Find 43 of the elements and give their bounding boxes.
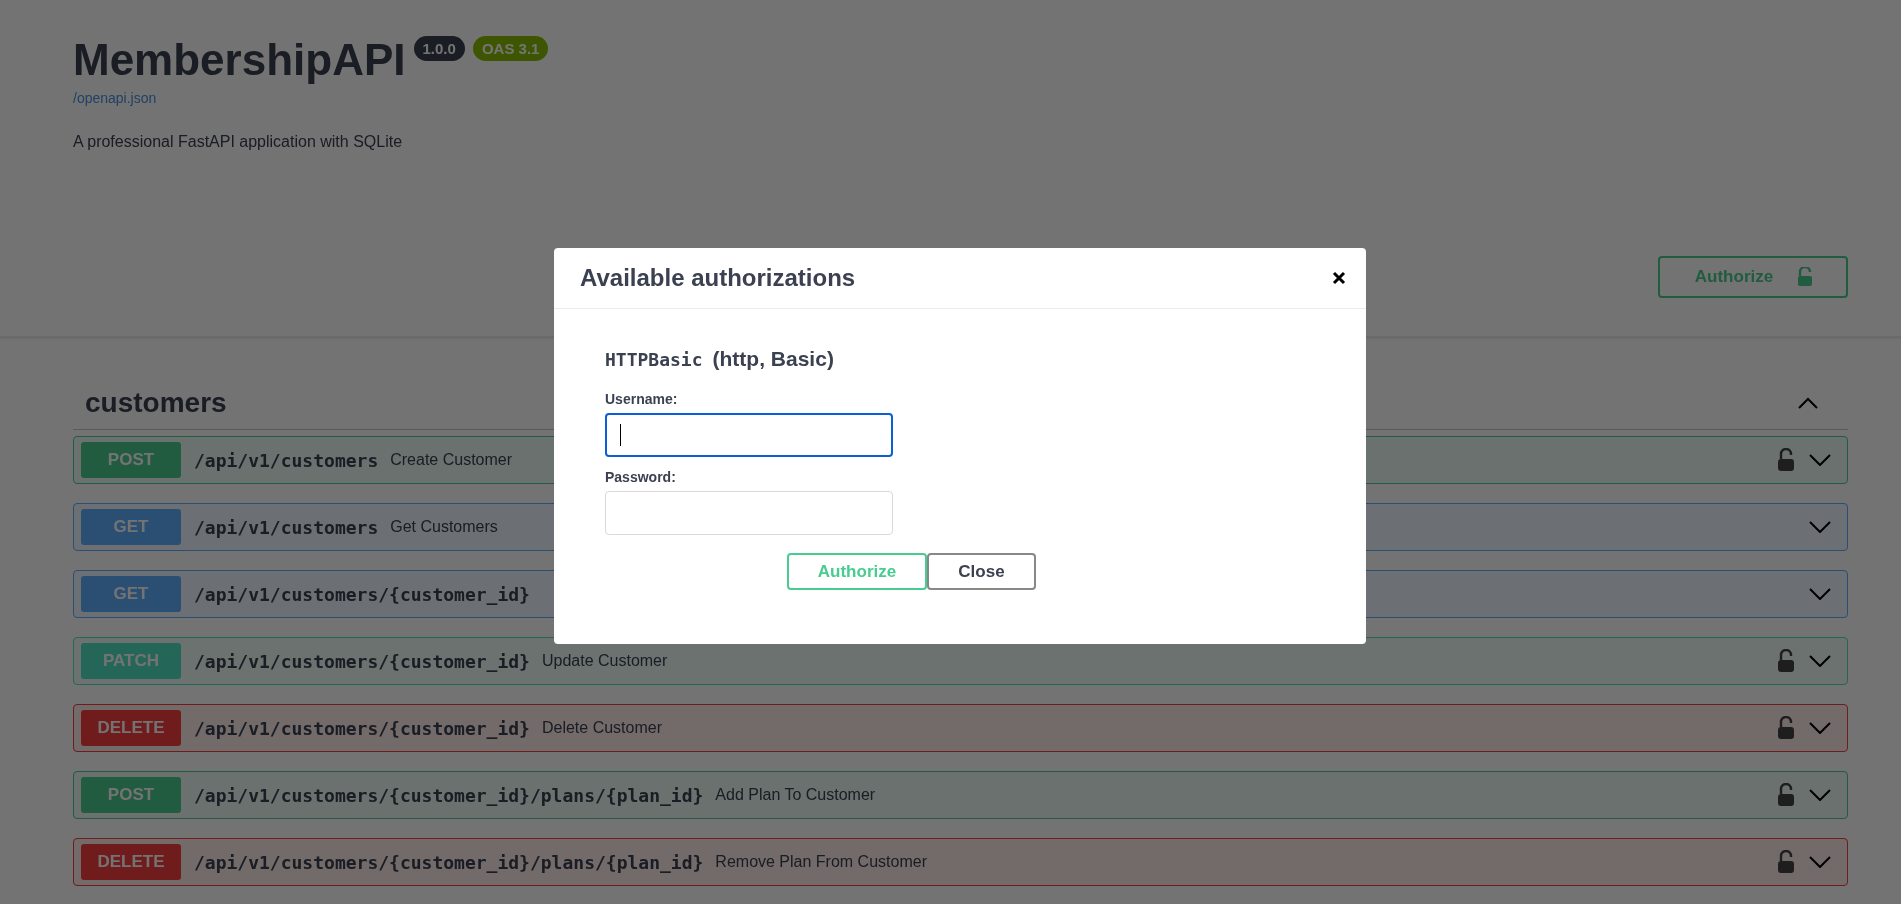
method-label: POST [81, 442, 181, 478]
endpoint-path: /api/v1/customers/{customer_id} [194, 650, 530, 672]
padlock-icon [1797, 267, 1814, 287]
version-badge: 1.0.0 [413, 36, 465, 61]
endpoint-path: /api/v1/customers/{customer_id}/plans/{plan_id} [194, 851, 704, 873]
api-title: MembershipAPI [73, 34, 406, 86]
spec-link[interactable]: /openapi.json [73, 90, 157, 106]
endpoint-path: /api/v1/customers/{customer_id} [194, 583, 530, 605]
chevron-icon [1809, 454, 1831, 466]
field-label: Username: [605, 391, 678, 407]
endpoint-path: /api/v1/customers [194, 516, 379, 538]
dialog-title: Available authorizations [580, 264, 856, 292]
close-icon[interactable] [1332, 271, 1346, 285]
method-label: DELETE [81, 710, 181, 746]
chevron-icon [1809, 789, 1831, 801]
authorize-button[interactable]: Authorize [787, 553, 927, 590]
chevron-icon [1809, 521, 1831, 533]
method-label: GET [81, 576, 181, 612]
endpoint-path: /api/v1/customers/{customer_id}/plans/{plan_id} [194, 784, 704, 806]
chevron-icon [1809, 722, 1831, 734]
oas-version-badge: OAS 3.1 [472, 36, 549, 61]
chevron-icon [1809, 588, 1831, 600]
method-label: DELETE [81, 844, 181, 880]
method-label: PATCH [81, 643, 181, 679]
input-field[interactable] [605, 413, 893, 457]
api-description: A professional FastAPI application with SQLite [73, 133, 404, 151]
chevron-icon [1809, 655, 1831, 667]
field-label: Password: [605, 469, 676, 485]
endpoint-path: /api/v1/customers/{customer_id} [194, 717, 530, 739]
scheme-type: (http, Basic) [712, 347, 834, 371]
chevron-icon [1809, 856, 1831, 868]
authorize-button[interactable]: Authorize [1658, 256, 1848, 298]
endpoint-summary: Remove Plan From Customer [715, 853, 927, 871]
endpoint-summary: Create Customer [390, 451, 513, 469]
endpoint-path: /api/v1/customers [194, 449, 379, 471]
method-label: POST [81, 777, 181, 813]
endpoint-summary: Add Plan To Customer [715, 786, 876, 804]
endpoint-summary: Delete Customer [541, 719, 662, 737]
endpoint-summary: Update Customer [541, 652, 668, 670]
scheme-name: HTTPBasic [605, 349, 703, 370]
method-label: GET [81, 509, 181, 545]
endpoint-summary: Get Customers [390, 518, 498, 536]
close-button[interactable]: Close [927, 553, 1036, 590]
